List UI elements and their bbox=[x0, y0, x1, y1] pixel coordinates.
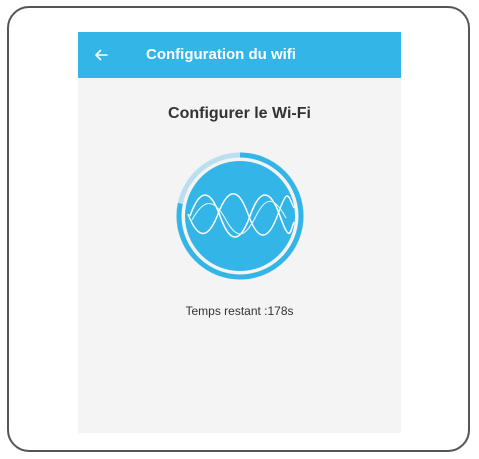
arrow-left-icon bbox=[95, 49, 108, 61]
app-bar: Configuration du wifi bbox=[78, 32, 401, 78]
back-button[interactable] bbox=[88, 42, 114, 68]
page-title: Configurer le Wi-Fi bbox=[168, 105, 311, 122]
wifi-config-animation bbox=[176, 152, 304, 280]
app-bar-title: Configuration du wifi bbox=[146, 46, 296, 63]
wifi-sound-wave-icon bbox=[176, 152, 304, 280]
phone-screen: Configuration du wifi Configurer le Wi-F… bbox=[78, 32, 401, 433]
countdown-label: Temps restant :178s bbox=[185, 304, 294, 318]
